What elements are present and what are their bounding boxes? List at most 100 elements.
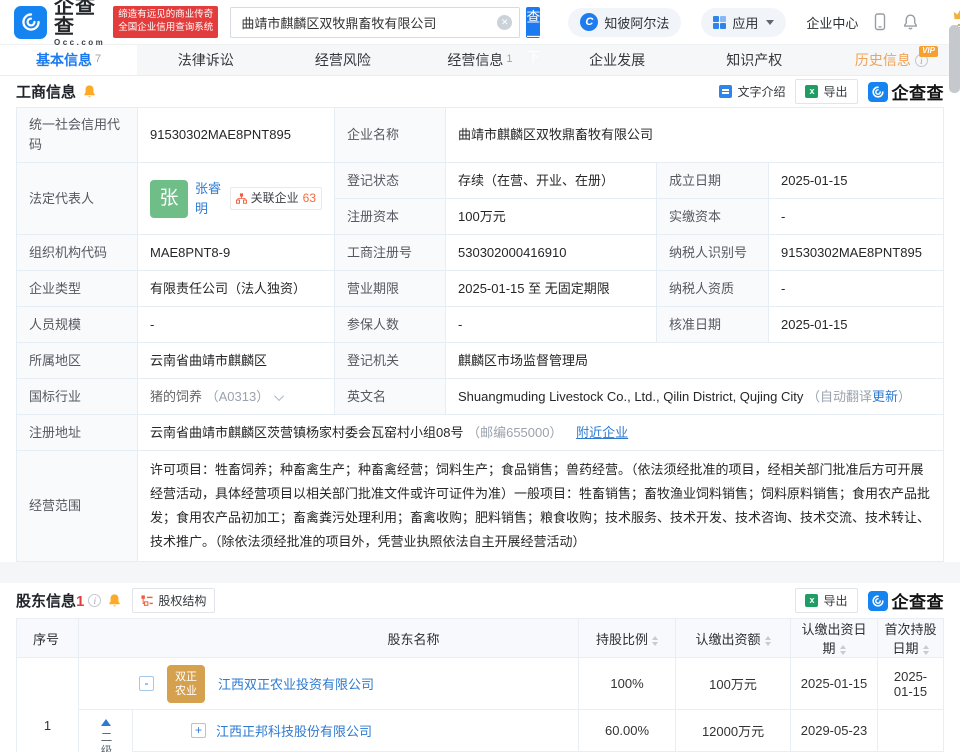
shareholder-link[interactable]: 江西正邦科技股份有限公司 <box>216 721 372 740</box>
export-label: 导出 <box>823 592 847 609</box>
export-button[interactable]: x 导出 <box>795 588 857 613</box>
shareholder-cell: + 江西正邦科技股份有限公司 <box>133 710 579 752</box>
field-value: 91530302MAE8PNT895 <box>138 108 335 163</box>
nearby-companies-link[interactable]: 附近企业 <box>576 425 628 440</box>
qcc-logo-icon[interactable] <box>14 6 47 39</box>
english-name: Shuangmuding Livestock Co., Ltd., Qilin … <box>458 389 803 404</box>
industry-cell[interactable]: 猪的饲养 （A0313） <box>138 379 335 415</box>
field-label: 国标行业 <box>17 379 138 415</box>
field-value: - <box>446 307 657 343</box>
update-translation-link[interactable]: 更新 <box>872 389 898 404</box>
document-icon <box>719 85 732 98</box>
field-label: 人员规模 <box>17 307 138 343</box>
slogan-line1: 缔造有远见的商业传奇 <box>118 9 213 22</box>
legal-representative-link[interactable]: 张睿明 <box>195 179 223 219</box>
monitor-bell-icon[interactable] <box>82 84 97 99</box>
table-row: 二级股东 + 江西正邦科技股份有限公司 60.00% 12000万元 2029-… <box>17 710 944 752</box>
zhibi-alpha-label: 知彼阿尔法 <box>604 13 669 32</box>
tab-label: 经营风险 <box>315 50 371 70</box>
col-header-first-date[interactable]: 首次持股日期 <box>878 619 944 658</box>
shareholder-link[interactable]: 江西双正农业投资有限公司 <box>218 674 374 693</box>
row-number: 1 <box>17 658 79 752</box>
address-cell: 云南省曲靖市麒麟区茨营镇杨家村委会瓦窑村小组08号 （邮编655000） 附近企… <box>138 415 944 451</box>
export-label: 导出 <box>823 83 847 100</box>
tab-count: 1 <box>506 53 512 65</box>
enterprise-center-link[interactable]: 企业中心 <box>806 13 858 32</box>
field-value: MAE8PNT8-9 <box>138 235 335 271</box>
sort-icon[interactable] <box>923 645 929 655</box>
zip-code: （邮编655000） <box>467 425 562 440</box>
qcc-watermark-icon <box>868 591 888 611</box>
col-header-date[interactable]: 认缴出资日期 <box>791 619 878 658</box>
col-header-amount[interactable]: 认缴出资额 <box>676 619 791 658</box>
table-header-row: 序号 股东名称 持股比例 认缴出资额 认缴出资日期 首次持股日期 <box>17 619 944 658</box>
text-intro-button[interactable]: 文字介绍 <box>719 83 785 100</box>
field-value: 有限责任公司（法人独资） <box>138 271 335 307</box>
monitor-bell-icon[interactable] <box>107 593 122 608</box>
avatar[interactable]: 张 <box>150 180 188 218</box>
related-label: 关联企业 <box>251 189 299 208</box>
sort-icon[interactable] <box>652 636 658 646</box>
tab-bar: 基本信息 7 法律诉讼 经营风险 经营信息 1 企业发展 知识产权 VIP 历史… <box>0 44 960 76</box>
text-intro-label: 文字介绍 <box>737 83 785 100</box>
collapse-toggle[interactable]: - <box>139 676 154 691</box>
notification-bell-icon[interactable] <box>902 13 919 31</box>
sort-icon[interactable] <box>840 645 846 655</box>
equity-structure-button[interactable]: 股权结构 <box>132 588 215 613</box>
field-value: 2025-01-15 <box>769 307 944 343</box>
tab-intellectual-property[interactable]: 知识产权 <box>686 45 823 75</box>
tab-operation-info[interactable]: 经营信息 1 <box>411 45 548 75</box>
tab-operation-risk[interactable]: 经营风险 <box>274 45 411 75</box>
field-label: 经营范围 <box>17 451 138 562</box>
chevron-down-icon[interactable] <box>274 391 284 401</box>
export-button[interactable]: x 导出 <box>795 79 857 104</box>
field-label: 组织机构代码 <box>17 235 138 271</box>
ratio-value: 100% <box>579 658 676 710</box>
search-input[interactable] <box>230 7 520 38</box>
tab-history-info[interactable]: VIP 历史信息 i <box>823 45 960 75</box>
chevron-down-icon <box>766 20 774 25</box>
expand-toggle[interactable]: + <box>191 723 206 738</box>
top-header: 企查查 Qcc.com 缔造有远见的商业传奇 全国企业信用查询系统 ✕ 查一下 … <box>0 0 960 44</box>
mobile-app-icon[interactable] <box>872 13 888 31</box>
apps-menu-button[interactable]: 应用 <box>701 8 786 37</box>
section-gap <box>0 562 960 583</box>
tab-label: 历史信息 <box>855 50 911 70</box>
tab-legal-litigation[interactable]: 法律诉讼 <box>137 45 274 75</box>
business-scope-text: 许可项目：牲畜饲养；种畜禽生产；种畜禽经营；饲料生产；食品销售；兽药经营。（依法… <box>138 451 944 562</box>
second-level-label: 二级股东 <box>98 731 114 752</box>
brand-text[interactable]: 企查查 Qcc.com <box>54 0 105 47</box>
qcc-watermark-text: 企查查 <box>892 79 945 104</box>
ratio-value: 60.00% <box>579 710 676 752</box>
shareholders-count: 1 <box>76 593 84 610</box>
field-label: 核准日期 <box>657 307 769 343</box>
search-button[interactable]: 查一下 <box>526 7 540 38</box>
field-value: 530302000416910 <box>446 235 657 271</box>
field-value: 2025-01-15 <box>769 163 944 199</box>
tab-basic-info[interactable]: 基本信息 7 <box>0 45 137 75</box>
field-value: 100万元 <box>446 199 657 235</box>
sort-icon[interactable] <box>765 636 771 646</box>
table-row: 1 - 双正 农业 江西双正农业投资有限公司 100% 100万元 2025-0… <box>17 658 944 710</box>
search-box: ✕ <box>230 7 520 38</box>
avatar[interactable]: 双正 农业 <box>167 665 205 703</box>
col-header-ratio[interactable]: 持股比例 <box>579 619 676 658</box>
field-label: 企业名称 <box>335 108 446 163</box>
tab-company-development[interactable]: 企业发展 <box>549 45 686 75</box>
auto-translate-note: （自动翻译 <box>807 389 872 404</box>
info-icon[interactable]: i <box>88 594 101 607</box>
address-text: 云南省曲靖市麒麟区茨营镇杨家村委会瓦窑村小组08号 <box>150 425 463 440</box>
scrollbar-thumb[interactable] <box>949 25 960 93</box>
field-label: 营业期限 <box>335 271 446 307</box>
field-value: - <box>769 199 944 235</box>
shareholders-header: 股东信息1 i 股权结构 x 导出 企查查 <box>0 583 960 618</box>
apps-label: 应用 <box>732 13 758 32</box>
industry-name: 猪的饲养 <box>150 389 202 404</box>
zhibi-alpha-button[interactable]: C 知彼阿尔法 <box>568 8 681 37</box>
field-label: 成立日期 <box>657 163 769 199</box>
clear-search-icon[interactable]: ✕ <box>497 15 512 30</box>
collapse-arrow-icon[interactable] <box>101 719 111 726</box>
field-label: 纳税人资质 <box>657 271 769 307</box>
col-header-no: 序号 <box>17 619 79 658</box>
related-companies-badge[interactable]: 关联企业 63 <box>230 187 322 210</box>
